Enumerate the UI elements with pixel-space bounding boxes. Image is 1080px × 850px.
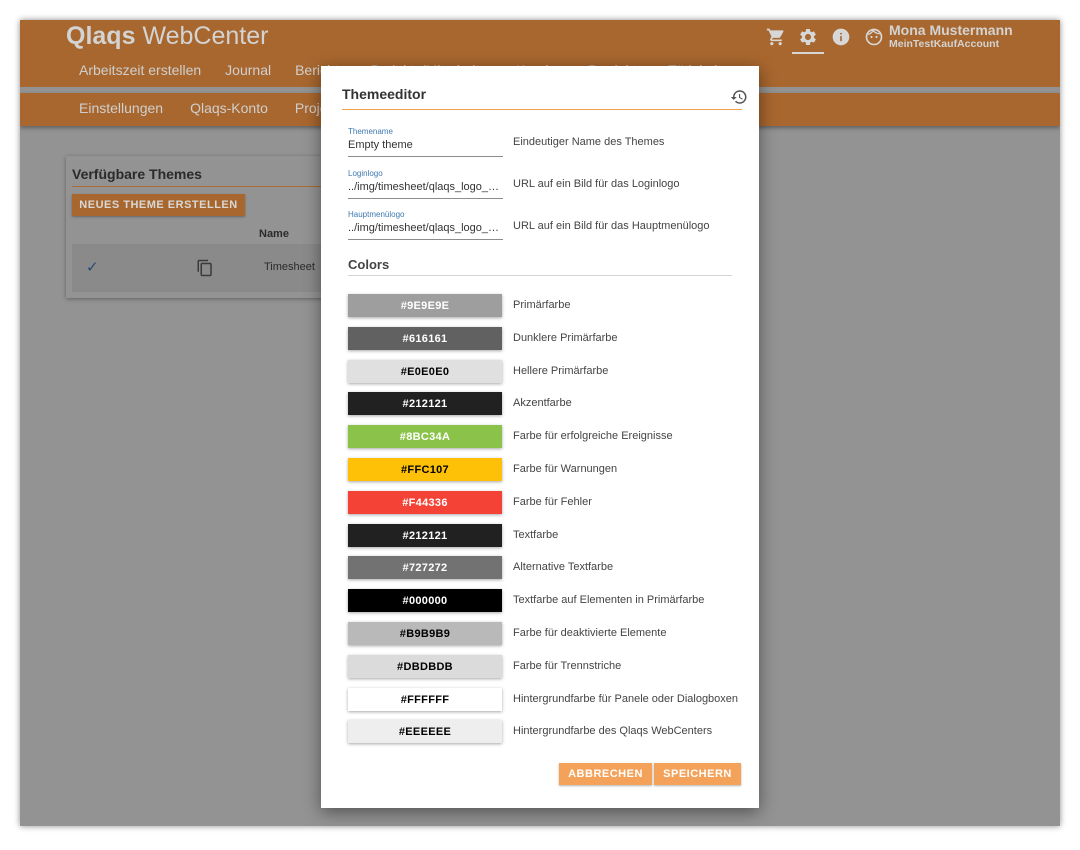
color-description: Textfarbe <box>513 529 559 541</box>
nav-item-journal[interactable]: Journal <box>225 62 271 78</box>
color-swatch-button[interactable]: #727272 <box>348 556 502 579</box>
field-value[interactable]: Empty theme <box>348 139 503 151</box>
dialog-title-divider <box>342 109 742 110</box>
color-swatch-button[interactable]: #8BC34A <box>348 425 502 448</box>
theme-editor-dialog: Themeeditor Themename Empty theme Eindeu… <box>321 66 759 808</box>
colors-section-title: Colors <box>348 257 390 272</box>
hauptmenuelogo-field[interactable]: Hauptmenülogo ../img/timesheet/qlaqs_log… <box>348 210 503 240</box>
cancel-button[interactable]: ABBRECHEN <box>559 763 652 785</box>
themename-field[interactable]: Themename Empty theme <box>348 127 503 157</box>
color-description: Farbe für erfolgreiche Ereignisse <box>513 430 673 442</box>
color-swatch-button[interactable]: #E0E0E0 <box>348 360 502 383</box>
color-swatch-button[interactable]: #DBDBDB <box>348 655 502 678</box>
themes-panel-title: Verfügbare Themes <box>72 166 202 182</box>
color-description: Farbe für Trennstriche <box>513 660 622 672</box>
history-icon[interactable] <box>730 88 748 106</box>
user-name: Mona Mustermann <box>889 22 1013 38</box>
field-label: Hauptmenülogo <box>348 210 405 219</box>
subnav-item-qlaqs-konto[interactable]: Qlaqs-Konto <box>190 100 268 116</box>
color-description: Hintergrundfarbe für Panele oder Dialogb… <box>513 693 739 705</box>
color-swatch-button[interactable]: #FFFFFF <box>348 688 502 711</box>
save-button[interactable]: SPEICHERN <box>654 763 741 785</box>
user-account: MeinTestKaufAccount <box>889 38 1000 50</box>
color-description: Dunklere Primärfarbe <box>513 332 618 344</box>
field-description: Eindeutiger Name des Themes <box>513 136 665 148</box>
field-description: URL auf ein Bild für das Hauptmenülogo <box>513 220 710 232</box>
theme-name-cell: Timesheet <box>264 261 315 273</box>
color-description: Hellere Primärfarbe <box>513 365 609 377</box>
user-menu[interactable]: Mona Mustermann MeinTestKaufAccount <box>889 22 1013 50</box>
color-description: Farbe für Warnungen <box>513 463 618 475</box>
new-theme-button[interactable]: NEUES THEME ERSTELLEN <box>72 194 245 216</box>
color-description: Akzentfarbe <box>513 397 572 409</box>
color-swatch-button[interactable]: #B9B9B9 <box>348 622 502 645</box>
color-description: Alternative Textfarbe <box>513 561 614 573</box>
color-swatch-button[interactable]: #212121 <box>348 392 502 415</box>
color-description: Textfarbe auf Elementen in Primärfarbe <box>513 594 705 606</box>
copy-icon[interactable] <box>196 259 214 277</box>
dialog-title: Themeeditor <box>342 86 427 102</box>
color-description: Farbe für Fehler <box>513 496 592 508</box>
logo-product: WebCenter <box>142 22 269 50</box>
column-header-name: Name <box>259 228 289 240</box>
field-value[interactable]: ../img/timesheet/qlaqs_logo_a ... <box>348 181 503 193</box>
nav-item-arbeitszeit[interactable]: Arbeitszeit erstellen <box>79 62 201 78</box>
gear-icon[interactable] <box>792 26 824 54</box>
check-icon[interactable]: ✓ <box>86 258 99 276</box>
color-swatch-button[interactable]: #000000 <box>348 589 502 612</box>
user-face-icon[interactable] <box>863 26 885 48</box>
logo-brand: Qlaqs <box>66 22 136 50</box>
color-swatch-button[interactable]: #FFC107 <box>348 458 502 481</box>
info-icon[interactable] <box>830 26 852 48</box>
color-swatch-button[interactable]: #616161 <box>348 327 502 350</box>
color-swatch-button[interactable]: #F44336 <box>348 491 502 514</box>
app-logo[interactable]: Qlaqs WebCenter <box>66 22 268 51</box>
loginlogo-field[interactable]: Loginlogo ../img/timesheet/qlaqs_logo_a … <box>348 169 503 199</box>
color-description: Farbe für deaktivierte Elemente <box>513 627 667 639</box>
color-description: Hintergrundfarbe des Qlaqs WebCenters <box>513 725 713 737</box>
field-label: Themename <box>348 127 393 136</box>
color-swatch-button[interactable]: #212121 <box>348 524 502 547</box>
color-swatch-button[interactable]: #EEEEEE <box>348 720 502 743</box>
field-label: Loginlogo <box>348 169 383 178</box>
cart-icon[interactable] <box>765 26 787 48</box>
colors-divider <box>348 275 732 276</box>
field-description: URL auf ein Bild für das Loginlogo <box>513 178 680 190</box>
color-description: Primärfarbe <box>513 299 571 311</box>
subnav-item-einstellungen[interactable]: Einstellungen <box>79 100 163 116</box>
color-swatch-button[interactable]: #9E9E9E <box>348 294 502 317</box>
field-value[interactable]: ../img/timesheet/qlaqs_logo_w... <box>348 222 503 234</box>
